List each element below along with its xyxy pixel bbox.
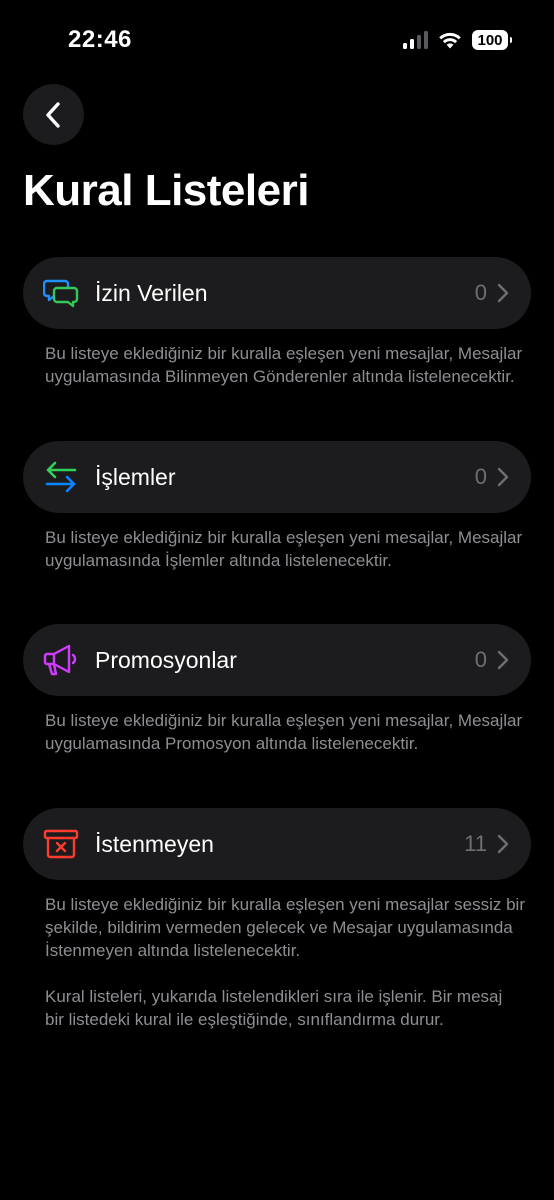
wifi-icon xyxy=(439,32,461,49)
chat-bubbles-icon xyxy=(43,275,79,311)
list-row-count: 0 xyxy=(474,647,487,672)
list-description: Bu listeye eklediğiniz bir kuralla eşleş… xyxy=(45,528,523,570)
list-description: Bu listeye eklediğiniz bir kuralla eşleş… xyxy=(45,895,525,960)
list-description: Bu listeye eklediğiniz bir kuralla eşleş… xyxy=(45,711,523,753)
chevron-right-icon xyxy=(497,467,509,487)
page-title: Kural Listeleri xyxy=(23,166,309,215)
chevron-right-icon xyxy=(497,283,509,303)
status-time: 22:46 xyxy=(68,26,132,53)
megaphone-icon xyxy=(43,642,79,678)
list-row-transactions[interactable]: İşlemler 0 xyxy=(23,441,531,513)
battery-icon: 100 xyxy=(472,30,512,50)
list-row-label: Promosyonlar xyxy=(95,646,237,673)
signal-icon xyxy=(403,31,428,49)
list-row-count: 11 xyxy=(464,831,487,856)
list-row-label: İşlemler xyxy=(95,463,176,490)
transactions-section: İşlemler 0 Bu listeye eklediğiniz bir ku… xyxy=(23,441,531,572)
chevron-right-icon xyxy=(497,650,509,670)
junk-tray-icon xyxy=(43,826,79,862)
list-row-allowed[interactable]: İzin Verilen 0 xyxy=(23,257,531,329)
junk-section: İstenmeyen 11 Bu listeye eklediğiniz bir… xyxy=(23,808,531,1031)
status-bar: 22:46 100 xyxy=(0,0,554,80)
list-row-label: İzin Verilen xyxy=(95,279,208,306)
footer-note: Kural listeleri, yukarıda listelendikler… xyxy=(45,987,503,1029)
list-row-label: İstenmeyen xyxy=(95,830,214,857)
arrows-left-right-icon xyxy=(43,459,79,495)
list-row-count: 0 xyxy=(474,280,487,305)
list-row-count: 0 xyxy=(474,464,487,489)
back-button[interactable] xyxy=(23,84,84,145)
chevron-right-icon xyxy=(497,834,509,854)
list-row-promotions[interactable]: Promosyonlar 0 xyxy=(23,624,531,696)
list-description: Bu listeye eklediğiniz bir kuralla eşleş… xyxy=(45,344,523,386)
list-row-junk[interactable]: İstenmeyen 11 xyxy=(23,808,531,880)
allowed-section: İzin Verilen 0 Bu listeye eklediğiniz bi… xyxy=(23,257,531,388)
promotions-section: Promosyonlar 0 Bu listeye eklediğiniz bi… xyxy=(23,624,531,755)
battery-level: 100 xyxy=(477,31,503,49)
status-icons: 100 xyxy=(403,30,512,50)
chevron-left-icon xyxy=(45,101,60,128)
